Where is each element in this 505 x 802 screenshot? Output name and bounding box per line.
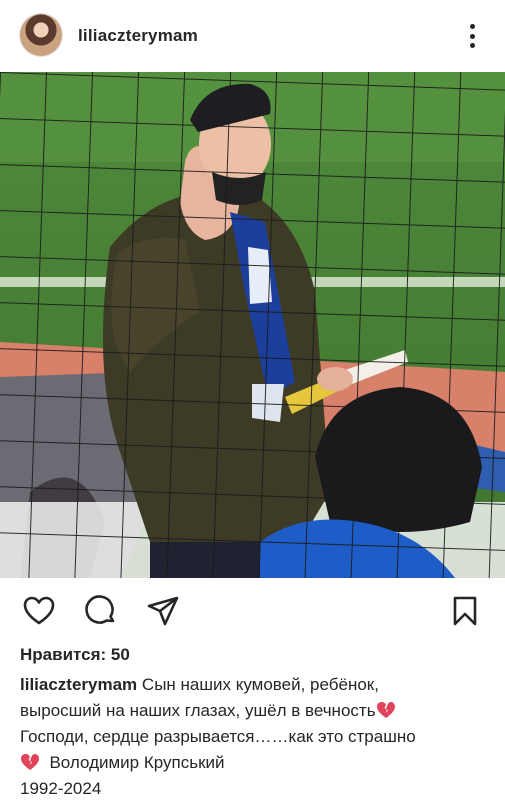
post-caption: liliaczterymam Сын наших кумовей, ребёно… <box>20 672 490 802</box>
caption-username[interactable]: liliaczterymam <box>20 675 137 694</box>
more-vertical-icon[interactable] <box>462 22 482 50</box>
avatar[interactable] <box>20 14 62 56</box>
post-header: liliaczterymam <box>0 0 505 72</box>
broken-heart-icon <box>376 702 395 718</box>
comment-bubble-icon[interactable] <box>84 594 118 628</box>
heart-icon[interactable] <box>22 594 56 628</box>
post-actions <box>0 578 505 640</box>
caption-text-2: выросший на наших глазах, ушёл в вечност… <box>20 701 376 720</box>
broken-heart-icon <box>21 754 39 770</box>
post-photo[interactable] <box>0 72 505 578</box>
caption-line-2: выросший на наших глазах, ушёл в вечност… <box>20 698 490 724</box>
caption-line-4: Володимир Крупський <box>20 750 490 776</box>
username[interactable]: liliaczterymam <box>78 26 198 46</box>
caption-text-4: Володимир Крупський <box>49 753 225 772</box>
caption-text-5: 1992-2024 <box>20 779 102 798</box>
caption-line-1: liliaczterymam Сын наших кумовей, ребёно… <box>20 672 490 698</box>
caption-line-3: Господи, сердце разрывается……как это стр… <box>20 724 490 750</box>
likes-count[interactable]: Нравится: 50 <box>20 645 130 665</box>
caption-line-5: 1992-2024 <box>20 776 490 802</box>
caption-text-3: Господи, сердце разрывается……как это стр… <box>20 727 416 746</box>
bookmark-icon[interactable] <box>448 594 482 628</box>
caption-text-1: Сын наших кумовей, ребёнок, <box>141 675 379 694</box>
send-paper-plane-icon[interactable] <box>146 594 180 628</box>
